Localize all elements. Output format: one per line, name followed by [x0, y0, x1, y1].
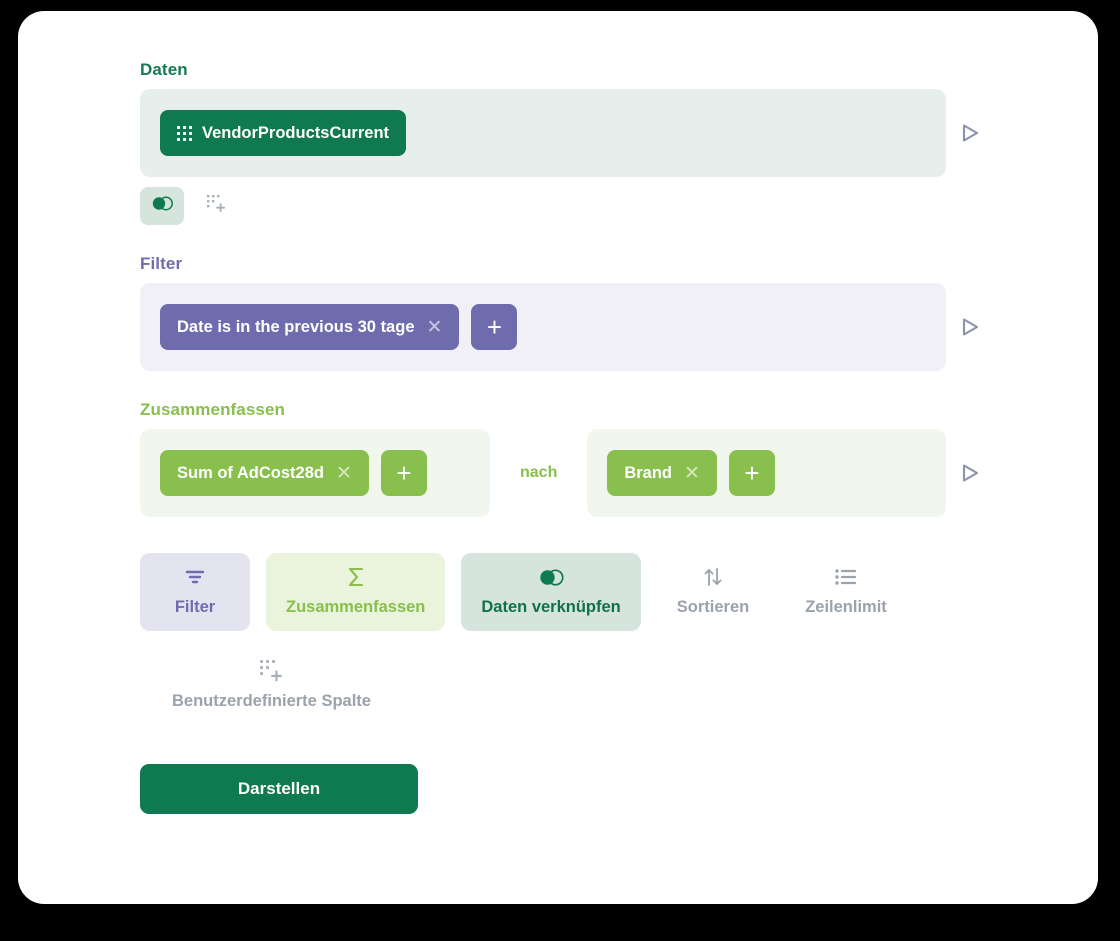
- summarize-section-heading: Zusammenfassen: [140, 400, 286, 419]
- tile-join-data[interactable]: Daten verknüpfen: [461, 553, 641, 631]
- tile-sort-label: Sortieren: [676, 598, 750, 616]
- add-filter-button[interactable]: +: [471, 304, 518, 350]
- tile-summarize-label: Zusammenfassen: [286, 598, 426, 616]
- filter-chip-label: Date is in the previous 30 tage: [177, 317, 415, 336]
- add-dimension-label: +: [744, 458, 760, 488]
- tile-join-data-label: Daten verknüpfen: [481, 598, 621, 616]
- custom-column-icon: [259, 659, 283, 683]
- data-source-panel: VendorProductsCurrent: [140, 89, 946, 177]
- summarize-metric-panel: Sum of AdCost28d ✕ +: [140, 429, 490, 517]
- close-x-icon[interactable]: ✕: [684, 464, 700, 483]
- step-action-tiles: Filter Zusammenfassen Daten verknüpfen S…: [140, 553, 980, 631]
- add-filter-label: +: [486, 312, 503, 342]
- metric-chip[interactable]: Sum of AdCost28d ✕: [160, 450, 369, 496]
- screen-backdrop: Daten VendorProductsCurrent Filter Date …: [0, 0, 1120, 941]
- summarize-dimension-panel: Brand ✕ +: [587, 429, 946, 517]
- data-source-chip-label: VendorProductsCurrent: [202, 123, 390, 142]
- filter-section-heading: Filter: [140, 254, 183, 273]
- close-x-icon[interactable]: ✕: [427, 318, 443, 337]
- data-section: Daten VendorProductsCurrent: [140, 60, 980, 225]
- run-data-step-icon[interactable]: [960, 123, 980, 143]
- primary-action-row: Darstellen: [140, 764, 980, 814]
- summarize-connector-label: nach: [520, 464, 558, 481]
- custom-column-button[interactable]: Benutzerdefinierte Spalte: [158, 651, 385, 719]
- tile-sort[interactable]: Sortieren: [657, 553, 769, 631]
- data-step-actions: [140, 187, 980, 225]
- filter-panel: Date is in the previous 30 tage ✕ +: [140, 283, 946, 371]
- filter-funnel-icon: [183, 565, 207, 589]
- dimension-chip-label: Brand: [624, 463, 673, 482]
- tile-filter-label: Filter: [174, 598, 216, 616]
- summarize-section: Zusammenfassen Sum of AdCost28d ✕ + nach: [140, 400, 980, 517]
- notebook-card: Daten VendorProductsCurrent Filter Date …: [18, 11, 1098, 904]
- visualize-button[interactable]: Darstellen: [140, 764, 418, 814]
- run-filter-step-icon[interactable]: [960, 317, 980, 337]
- join-venn-icon: [152, 196, 173, 216]
- query-builder: Daten VendorProductsCurrent Filter Date …: [140, 60, 980, 814]
- join-venn-icon: [539, 565, 564, 589]
- close-x-icon[interactable]: ✕: [336, 464, 352, 483]
- sigma-sum-icon: [345, 565, 367, 589]
- custom-column-mini-button[interactable]: [194, 187, 238, 225]
- tile-filter[interactable]: Filter: [140, 553, 250, 631]
- data-section-row: VendorProductsCurrent: [140, 89, 980, 177]
- tile-summarize[interactable]: Zusammenfassen: [266, 553, 446, 631]
- join-data-mini-button[interactable]: [140, 187, 184, 225]
- add-metric-button[interactable]: +: [380, 450, 427, 496]
- custom-column-label: Benutzerdefinierte Spalte: [172, 692, 371, 710]
- tile-row-limit-label: Zeilenlimit: [805, 598, 887, 616]
- add-dimension-button[interactable]: +: [728, 450, 775, 496]
- custom-column-icon: [206, 194, 226, 219]
- table-grid-icon: [177, 125, 192, 141]
- dimension-chip[interactable]: Brand ✕: [607, 450, 717, 496]
- run-summarize-step-icon[interactable]: [960, 463, 980, 483]
- sort-arrows-icon: [702, 565, 724, 589]
- data-section-heading: Daten: [140, 60, 188, 79]
- data-source-chip[interactable]: VendorProductsCurrent: [160, 110, 407, 156]
- add-metric-label: +: [396, 458, 412, 488]
- metric-chip-label: Sum of AdCost28d: [177, 463, 324, 482]
- tile-row-limit[interactable]: Zeilenlimit: [785, 553, 907, 631]
- filter-section: Filter Date is in the previous 30 tage ✕…: [140, 254, 980, 371]
- filter-chip[interactable]: Date is in the previous 30 tage ✕: [160, 304, 460, 350]
- summarize-section-row: Sum of AdCost28d ✕ + nach Brand ✕ +: [140, 429, 980, 517]
- filter-section-row: Date is in the previous 30 tage ✕ +: [140, 283, 980, 371]
- row-limit-list-icon: [834, 565, 858, 589]
